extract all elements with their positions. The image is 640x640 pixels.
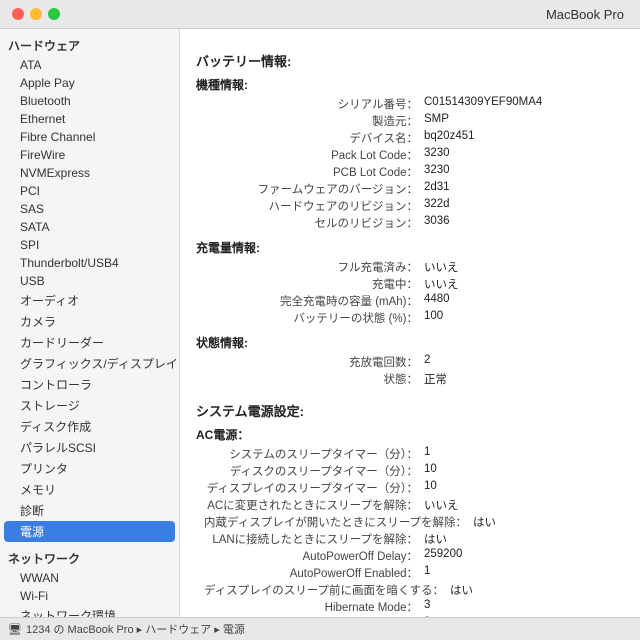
sidebar-item-audio[interactable]: オーディオ [0,290,179,311]
sidebar-item-ata[interactable]: ATA [0,56,179,74]
machine-info-subtitle: 機種情報: [196,76,624,93]
sidebar-item-controller[interactable]: コントローラ [0,374,179,395]
sidebar-item-disc[interactable]: ディスク作成 [0,416,179,437]
table-row: システムのスリープタイマー（分）： 1 [204,446,624,462]
battery-section-title: バッテリー情報: [196,51,624,70]
table-row: ハードウェアのリビジョン： 322d [204,198,624,214]
table-row: 充放電回数： 2 [204,354,624,370]
sidebar-item-firewire[interactable]: FireWire [0,146,179,164]
sidebar-item-sas[interactable]: SAS [0,200,179,218]
sidebar-item-printer[interactable]: プリンタ [0,458,179,479]
sidebar-item-applepay[interactable]: Apple Pay [0,74,179,92]
sidebar-item-memory[interactable]: メモリ [0,479,179,500]
status-info-table: 充放電回数： 2 状態： 正常 [204,354,624,387]
charge-info-subtitle: 充電量情報: [196,239,624,256]
table-row: ディスプレイのスリープタイマー（分）： 10 [204,480,624,496]
sidebar-item-wifi[interactable]: Wi-Fi [0,587,179,605]
sidebar-item-fibre[interactable]: Fibre Channel [0,128,179,146]
table-row: セルのリビジョン： 3036 [204,215,624,231]
status-bar: 🖥 1234 の MacBook Pro ▸ ハードウェア ▸ 電源 [0,617,640,640]
sidebar-item-wwan[interactable]: WWAN [0,569,179,587]
content-area: バッテリー情報: 機種情報: シリアル番号： C01514309YEF90MA4… [180,29,640,617]
sidebar-item-cardreader[interactable]: カードリーダー [0,332,179,353]
table-row: 充電中： いいえ [204,276,624,292]
table-row: ACに変更されたときにスリープを解除： いいえ [204,497,624,513]
minimize-button[interactable] [30,8,42,20]
table-row: AutoPowerOff Delay： 259200 [204,548,624,564]
table-row: デバイス名： bq20z451 [204,130,624,146]
sidebar-item-camera[interactable]: カメラ [0,311,179,332]
window-title: MacBook Pro [546,7,624,22]
title-bar: MacBook Pro [0,0,640,29]
zoom-button[interactable] [48,8,60,20]
table-row: AutoPowerOff Enabled： 1 [204,565,624,581]
hardware-group-label: ハードウェア [0,33,179,56]
sidebar-item-usb[interactable]: USB [0,272,179,290]
traffic-lights [12,8,60,20]
table-row: ファームウェアのバージョン： 2d31 [204,181,624,197]
ac-power-table: システムのスリープタイマー（分）： 1 ディスクのスリープタイマー（分）： 10… [204,446,624,617]
table-row: ディスプレイのスリープ前に画面を暗くする： はい [204,582,624,598]
table-row: 完全充電時の容量 (mAh)： 4480 [204,293,624,309]
table-row: バッテリーの状態 (%)： 100 [204,310,624,326]
close-button[interactable] [12,8,24,20]
system-power-title: システム電源設定: [196,401,624,420]
table-row: ディスクのスリープタイマー（分）： 10 [204,463,624,479]
sidebar-item-thunderbolt[interactable]: Thunderbolt/USB4 [0,254,179,272]
sidebar: ハードウェア ATA Apple Pay Bluetooth Ethernet … [0,29,180,617]
sidebar-item-diagnostics[interactable]: 診断 [0,500,179,521]
machine-info-table: シリアル番号： C01514309YEF90MA4 製造元： SMP デバイス名… [204,96,624,231]
sidebar-item-spi[interactable]: SPI [0,236,179,254]
main-content: ハードウェア ATA Apple Pay Bluetooth Ethernet … [0,29,640,617]
sidebar-item-network-env[interactable]: ネットワーク環境 [0,605,179,617]
ac-power-subtitle: AC電源： [196,426,624,443]
table-row: 内蔵ディスプレイが開いたときにスリープを解除： はい [204,514,624,530]
sidebar-item-nvme[interactable]: NVMExpress [0,164,179,182]
charge-info-table: フル充電済み： いいえ 充電中： いいえ 完全充電時の容量 (mAh)： 448… [204,259,624,326]
sidebar-item-scsi[interactable]: パラレルSCSI [0,437,179,458]
table-row: フル充電済み： いいえ [204,259,624,275]
monitor-icon: 🖥 [8,623,22,636]
table-row: PCB Lot Code： 3230 [204,164,624,180]
table-row: 状態： 正常 [204,371,624,387]
sidebar-item-pci[interactable]: PCI [0,182,179,200]
status-info-subtitle: 状態情報: [196,334,624,351]
breadcrumb: 1234 の MacBook Pro ▸ ハードウェア ▸ 電源 [26,621,245,637]
sidebar-item-graphics[interactable]: グラフィックス/ディスプレイ [0,353,179,374]
sidebar-item-power[interactable]: 電源 [4,521,175,542]
table-row: Hibernate Mode： 3 [204,599,624,615]
table-row: シリアル番号： C01514309YEF90MA4 [204,96,624,112]
sidebar-item-storage[interactable]: ストレージ [0,395,179,416]
sidebar-item-sata[interactable]: SATA [0,218,179,236]
table-row: LANに接続したときにスリープを解除： はい [204,531,624,547]
table-row: 製造元： SMP [204,113,624,129]
table-row: Pack Lot Code： 3230 [204,147,624,163]
sidebar-item-ethernet[interactable]: Ethernet [0,110,179,128]
sidebar-item-bluetooth[interactable]: Bluetooth [0,92,179,110]
network-group-label: ネットワーク [0,546,179,569]
